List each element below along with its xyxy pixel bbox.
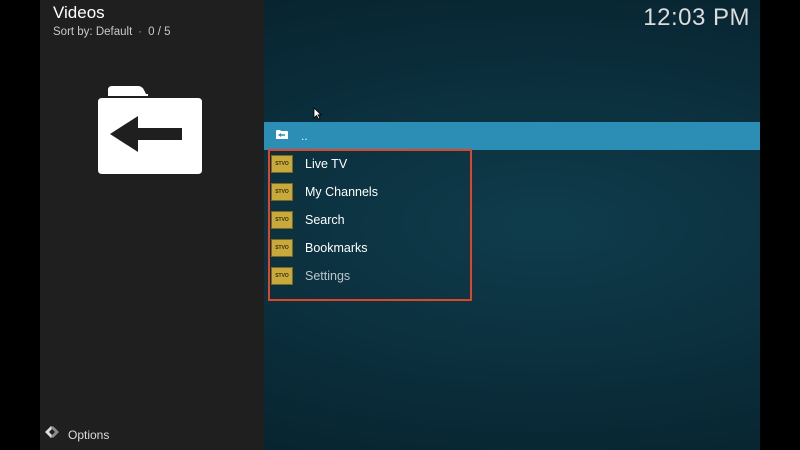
- parent-folder-label: ..: [301, 129, 308, 143]
- list-item-bookmarks[interactable]: STVO Bookmarks: [264, 234, 760, 262]
- menu-items: STVO Live TV STVO My Channels STVO Searc…: [264, 150, 760, 290]
- options-icon: [44, 425, 60, 444]
- item-count: 0 / 5: [148, 26, 171, 38]
- addon-thumbnail: STVO: [271, 155, 293, 173]
- sort-label: Sort by: Default: [53, 26, 133, 38]
- list-item-label: My Channels: [305, 185, 378, 199]
- list-item-label: Settings: [305, 269, 351, 283]
- addon-thumbnail: STVO: [271, 183, 293, 201]
- addon-thumbnail: STVO: [271, 267, 293, 285]
- separator-dot: ·: [138, 26, 143, 38]
- list-item-label: Bookmarks: [305, 241, 368, 255]
- options-button[interactable]: Options: [44, 425, 109, 444]
- list-item-label: Search: [305, 213, 345, 227]
- header-title-block: Videos Sort by: Default · 0 / 5: [53, 3, 171, 39]
- parent-folder-row[interactable]: ..: [264, 122, 760, 150]
- list-item-search[interactable]: STVO Search: [264, 206, 760, 234]
- addon-thumbnail: STVO: [271, 239, 293, 257]
- options-label: Options: [68, 427, 110, 442]
- addon-thumbnail: STVO: [271, 211, 293, 229]
- list-item-live-tv[interactable]: STVO Live TV: [264, 150, 760, 178]
- sort-info: Sort by: Default · 0 / 5: [53, 26, 171, 38]
- clock: 12:03 PM: [643, 4, 750, 31]
- kodi-screen: Videos Sort by: Default · 0 / 5 Options 12…: [40, 0, 760, 450]
- folder-up-icon: [275, 127, 289, 145]
- folder-back-icon: [90, 84, 210, 185]
- list-item-settings[interactable]: STVO Settings: [264, 262, 760, 290]
- page-title: Videos: [53, 3, 105, 22]
- left-info-panel: Videos Sort by: Default · 0 / 5 Options: [40, 0, 264, 450]
- file-list: .. STVO Live TV STVO My Channels STVO Se…: [264, 122, 760, 301]
- list-item-my-channels[interactable]: STVO My Channels: [264, 178, 760, 206]
- list-item-label: Live TV: [305, 157, 348, 171]
